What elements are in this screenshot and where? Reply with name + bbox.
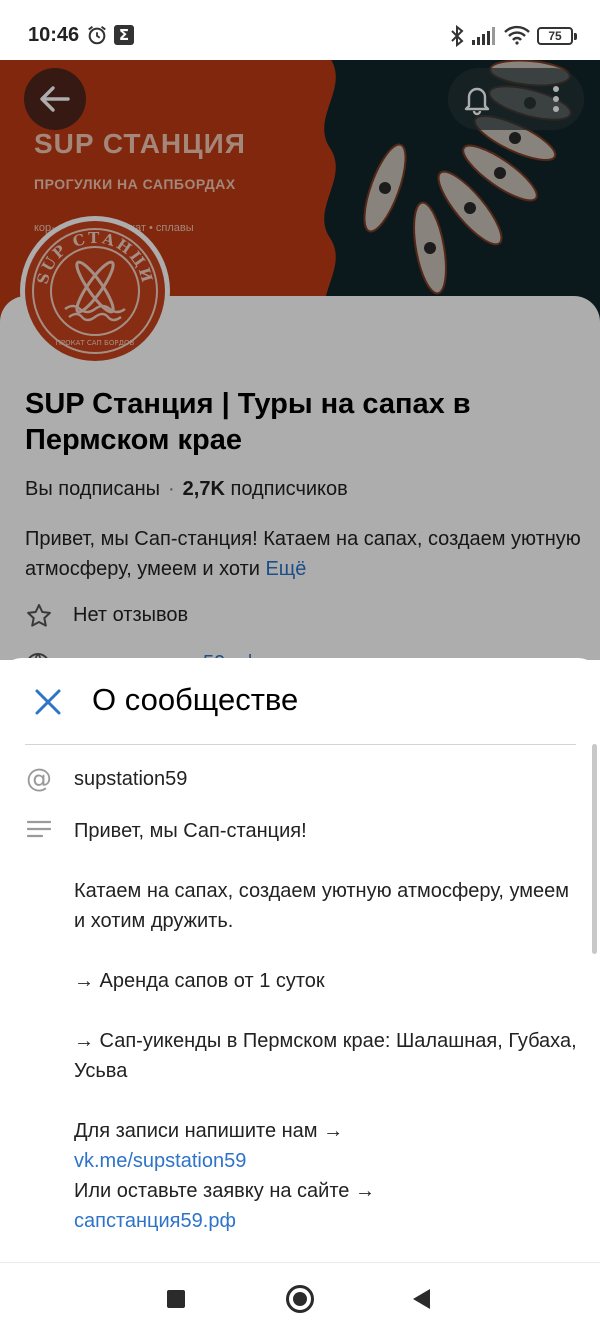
status-time: 10:46	[28, 24, 80, 46]
community-description: Привет, мы Сап-станция! Катаем на сапах,…	[74, 816, 584, 1236]
sheet-title: О сообществе	[92, 682, 299, 717]
signal-icon	[472, 27, 495, 45]
vk-me-link[interactable]: vk.me/supstation59	[74, 1146, 584, 1176]
status-bar: 10:46 Σ 75	[0, 0, 600, 60]
sheet-divider	[25, 744, 576, 745]
close-icon[interactable]	[34, 688, 62, 716]
desc-line: → Аренда сапов от 1 суток	[74, 970, 325, 992]
scrollbar[interactable]	[592, 744, 597, 954]
dim-overlay[interactable]	[0, 58, 600, 660]
desc-line: Или оставьте заявку на сайте →	[74, 1180, 375, 1202]
description-icon	[27, 820, 51, 838]
about-sheet: О сообществе @ supstation59 Привет, мы С…	[0, 658, 600, 1262]
system-nav-bar	[0, 1262, 600, 1332]
at-icon: @	[26, 764, 52, 794]
home-icon[interactable]	[286, 1285, 314, 1313]
sigma-icon: Σ	[114, 25, 134, 45]
bluetooth-icon	[451, 25, 464, 47]
community-handle[interactable]: supstation59	[74, 768, 187, 791]
recents-icon[interactable]	[167, 1290, 185, 1308]
back-triangle-icon[interactable]	[413, 1289, 430, 1309]
battery-icon: 75	[537, 27, 577, 45]
wifi-icon	[504, 25, 530, 45]
desc-line: Для записи напишите нам →	[74, 1120, 344, 1142]
desc-line: → Сап-уикенды в Пермском крае: Шалашная,…	[74, 1030, 577, 1082]
desc-line: Привет, мы Сап-станция!	[74, 820, 307, 842]
website-link[interactable]: сапстанция59.рф	[74, 1206, 584, 1236]
desc-line: Катаем на сапах, создаем уютную атмосфер…	[74, 880, 569, 932]
alarm-icon	[88, 25, 106, 45]
